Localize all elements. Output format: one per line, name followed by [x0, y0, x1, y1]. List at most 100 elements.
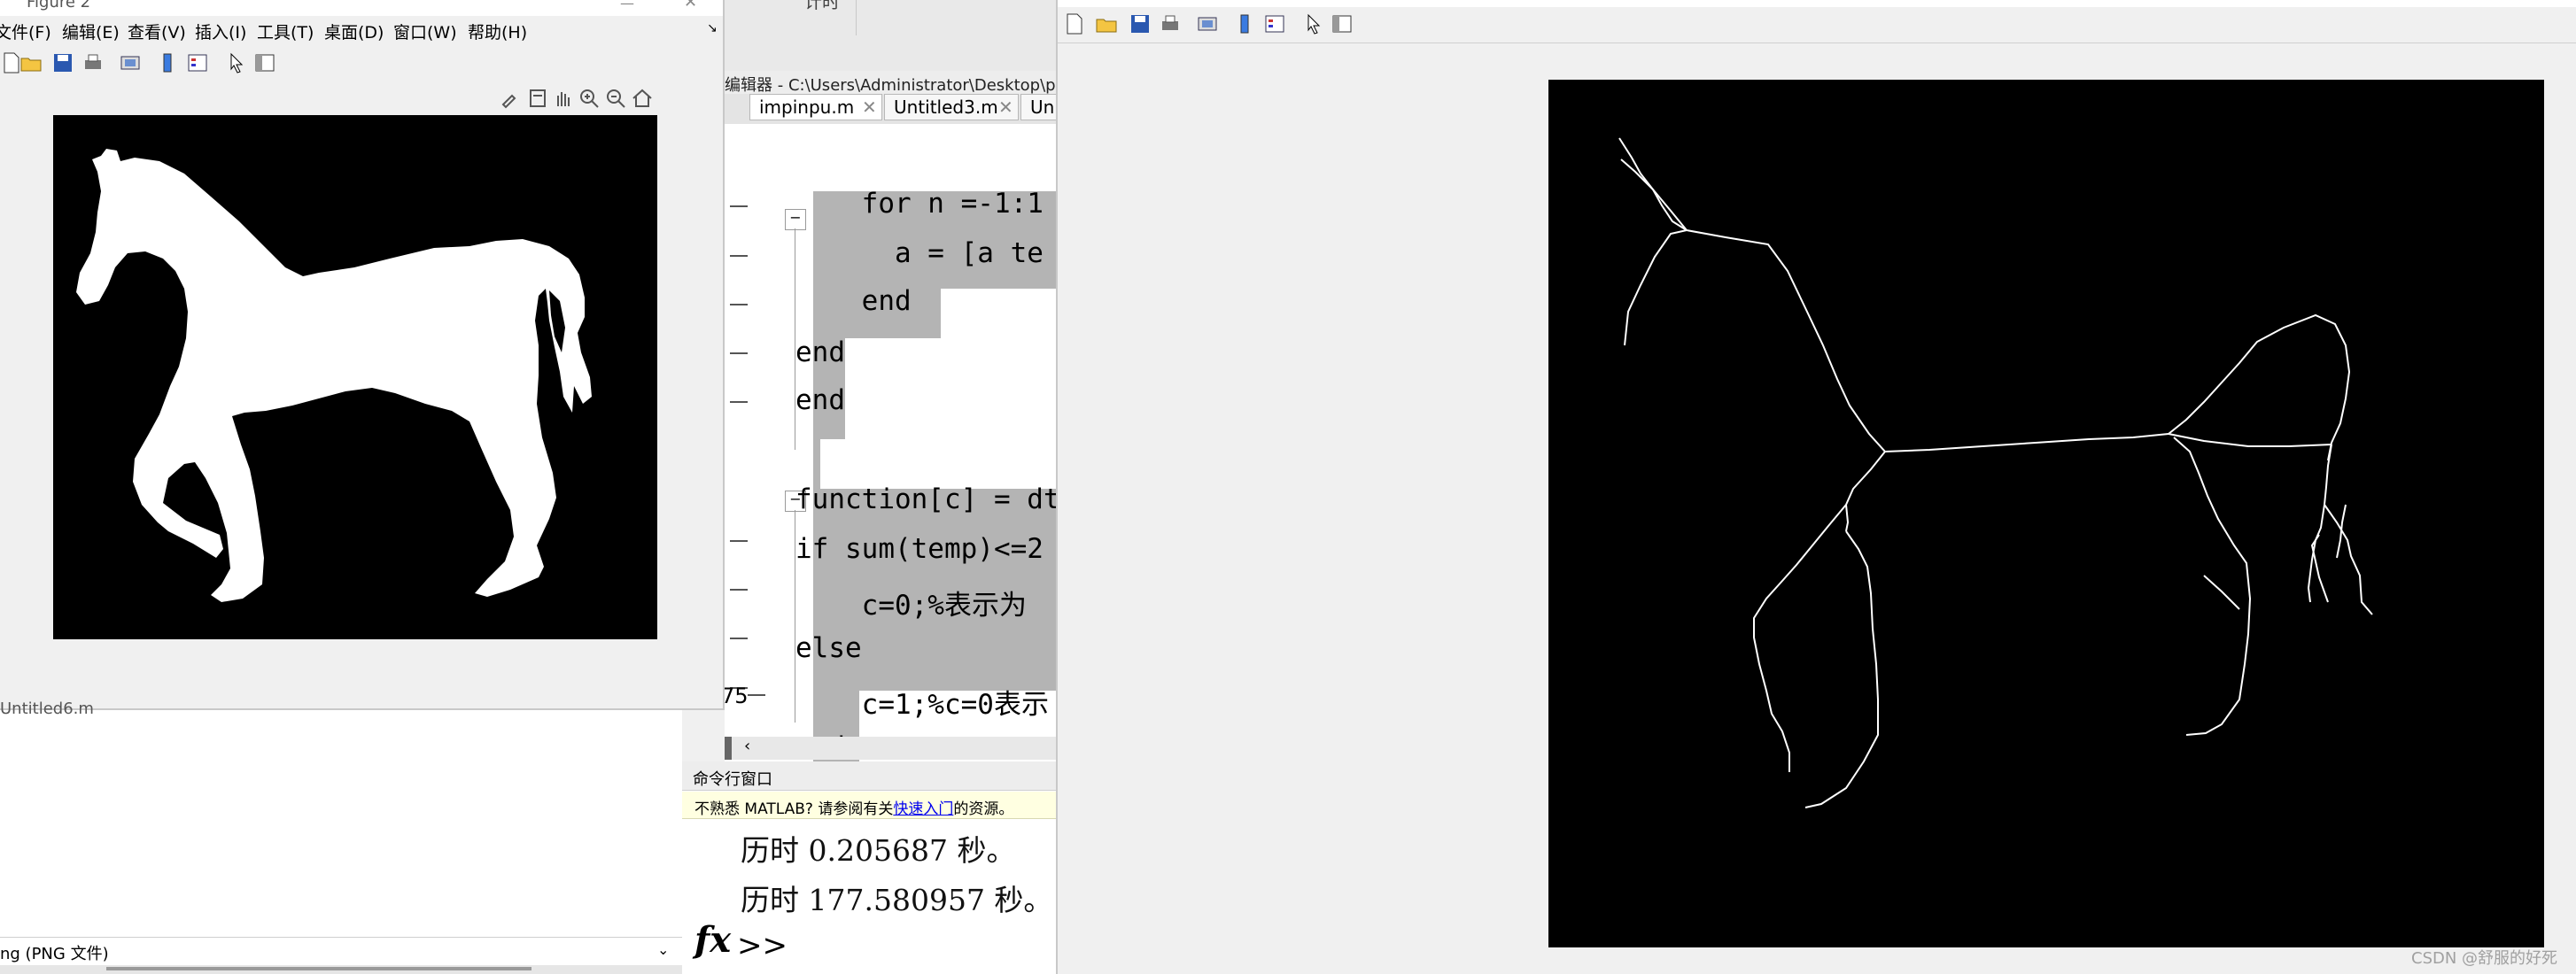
open-folder-icon[interactable] [1095, 12, 1118, 35]
brush-icon[interactable] [500, 87, 523, 110]
line-marker [730, 304, 748, 305]
tab-impinpu-label: impinpu.m [759, 97, 855, 118]
menu-help[interactable]: 帮助(H) [468, 19, 527, 43]
code-line-9: c=0;%表示为 [795, 590, 1027, 622]
scroll-left-icon[interactable]: ‹ [744, 737, 750, 755]
minimize-icon[interactable]: — [620, 0, 634, 12]
command-window-title: 命令行窗口 [693, 770, 772, 789]
code-line-8: if sum(temp)<=2 [795, 533, 1044, 565]
close-icon[interactable]: ✕ [684, 0, 697, 12]
home-icon[interactable] [631, 87, 654, 110]
line-marker [748, 694, 765, 696]
pan-icon[interactable] [551, 87, 574, 110]
figure1-title: Figure 2 [27, 0, 91, 12]
figure1-toolbar [0, 50, 723, 78]
figure2-titlebar [1058, 0, 2576, 7]
unselected-area [845, 390, 1056, 489]
scrollbar-thumb[interactable] [106, 967, 531, 970]
quick-start-link[interactable]: 快速入门 [893, 800, 953, 818]
data-tip-icon[interactable] [526, 87, 549, 110]
notice-suffix: 的资源。 [953, 800, 1014, 818]
notice-bar: 不熟悉 MATLAB? 请参阅有关快速入门的资源。 [682, 792, 1056, 819]
line-marker [730, 255, 748, 257]
figure1-menubar: 文件(F) 编辑(E) 查看(V) 插入(I) 工具(T) 桌面(D) 窗口(W… [0, 16, 723, 46]
code-line-1: for n =-1:1 [795, 188, 1044, 220]
tab-close-icon[interactable]: ✕ [998, 97, 1013, 118]
code-line-4: end [795, 336, 845, 368]
editor-gutter: 75 − − [725, 124, 806, 735]
menu-view[interactable]: 查看(V) [128, 19, 186, 43]
figure2-window: CSDN @舒服的好死 [1056, 0, 2576, 974]
file-item-untitled6[interactable]: Untitled6.m [0, 700, 94, 718]
command-window: 命令行窗口 不熟悉 MATLAB? 请参阅有关快速入门的资源。 历时 0.205… [682, 761, 1056, 974]
open-folder-icon[interactable] [19, 51, 43, 74]
horse-silhouette-image [53, 115, 657, 639]
selection-block [813, 439, 820, 489]
file-type-filter-value: ng (PNG 文件) [0, 945, 109, 963]
new-file-icon[interactable] [1063, 12, 1086, 35]
notice-prefix: 不熟悉 MATLAB? 请参阅有关 [694, 800, 894, 818]
line-marker [730, 638, 748, 639]
pointer-icon[interactable] [1302, 12, 1325, 35]
horizontal-scrollbar[interactable] [0, 965, 682, 974]
watermark: CSDN @舒服的好死 [2411, 949, 2558, 968]
zoom-out-icon[interactable] [604, 87, 627, 110]
line-marker [730, 205, 748, 207]
legend-icon[interactable] [186, 51, 209, 74]
print-icon[interactable] [1159, 12, 1182, 35]
axes-toolbar [496, 85, 673, 112]
line-marker [730, 540, 748, 542]
code-line-3: end [795, 285, 912, 317]
save-icon[interactable] [1129, 12, 1152, 35]
code-line-2: a = [a te [795, 237, 1044, 269]
colorbar-icon[interactable] [156, 51, 179, 74]
pointer-icon[interactable] [225, 51, 248, 74]
horse-skeleton-image [1548, 80, 2544, 947]
menu-file[interactable]: 文件(F) [0, 19, 51, 43]
menu-desktop[interactable]: 桌面(D) [324, 19, 384, 43]
function-browser-icon[interactable]: fx [694, 919, 731, 961]
file-type-filter[interactable]: ng (PNG 文件) ⌄ [0, 937, 682, 964]
editor-hscrollbar[interactable]: ‹ [725, 737, 1056, 760]
line-number: 75 [725, 684, 749, 708]
code-line-11: c=1;%c=0表示 [795, 689, 1049, 721]
tab-un-label: Un [1030, 97, 1055, 118]
tab-close-icon[interactable]: ✕ [862, 97, 877, 118]
code-line-10: else [795, 632, 862, 664]
code-area[interactable]: for n =-1:1 a = [a te end end end functi… [795, 124, 1056, 761]
print-icon[interactable] [81, 51, 105, 74]
menu-window[interactable]: 窗口(W) [393, 19, 457, 43]
chevron-down-icon: ⌄ [657, 941, 670, 958]
colorbar-icon[interactable] [1233, 12, 1256, 35]
dock-icon[interactable]: ↘ [707, 21, 718, 35]
command-prompt[interactable]: >> [737, 928, 788, 963]
legend-icon[interactable] [1263, 12, 1286, 35]
tab-impinpu[interactable]: impinpu.m ✕ [749, 94, 882, 120]
menu-insert[interactable]: 插入(I) [195, 19, 246, 43]
editor-titlebar: 编辑器 - C:\Users\Administrator\Desktop\pin [725, 71, 1056, 95]
code-line-7: function[c] = dt [795, 483, 1056, 515]
editor-window: 编辑器 - C:\Users\Administrator\Desktop\pin… [725, 71, 1056, 761]
figure2-toolbar [1058, 7, 2576, 43]
horse-silhouette-icon [76, 149, 592, 602]
line-marker [730, 352, 748, 354]
header-fragment: 计时 [804, 0, 840, 12]
menu-tools[interactable]: 工具(T) [257, 19, 314, 43]
print-figure-icon[interactable] [119, 51, 142, 74]
tab-un[interactable]: Un [1020, 94, 1056, 120]
horse-skeleton-icon [1618, 137, 2373, 808]
menu-edit[interactable]: 编辑(E) [62, 19, 120, 43]
command-output-line-2: 历时 177.580957 秒。 [741, 883, 1053, 917]
command-output-line-1: 历时 0.205687 秒。 [741, 833, 1016, 868]
notice-text: 不熟悉 MATLAB? 请参阅有关快速入门的资源。 [694, 796, 1013, 818]
zoom-in-icon[interactable] [578, 87, 601, 110]
figure1-titlebar: Figure 2 — ✕ [0, 0, 723, 16]
line-marker [730, 589, 748, 591]
tab-untitled3-label: Untitled3.m [894, 97, 998, 118]
property-inspector-icon[interactable] [253, 51, 276, 74]
matlab-toolstrip-fragment: 计时 [725, 0, 1056, 71]
property-inspector-icon[interactable] [1331, 12, 1354, 35]
tab-untitled3[interactable]: Untitled3.m ✕ [884, 94, 1019, 120]
save-icon[interactable] [51, 51, 74, 74]
print-figure-icon[interactable] [1196, 12, 1219, 35]
